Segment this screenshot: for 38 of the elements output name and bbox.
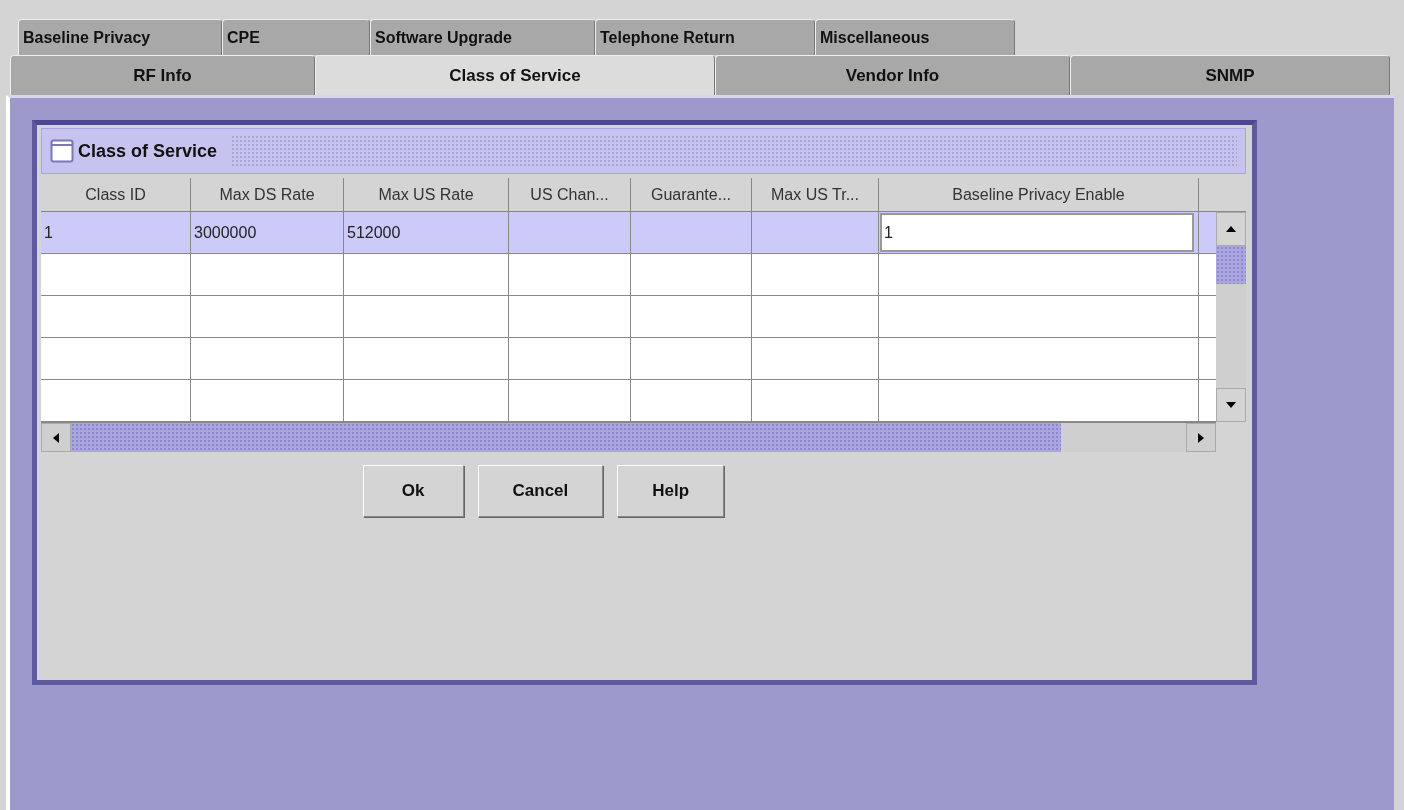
tab[interactable]: CPE [222, 19, 370, 55]
left-arrow-icon [53, 432, 59, 443]
column-header[interactable]: Guarante... [631, 178, 752, 212]
tab[interactable]: Class of Service [315, 55, 715, 95]
tab[interactable]: SNMP [1070, 55, 1390, 95]
scrollbar-thumb[interactable] [1216, 246, 1246, 284]
column-header[interactable]: Max DS Rate [191, 178, 344, 212]
table-row[interactable] [41, 254, 1216, 296]
column-header[interactable]: Max US Rate [344, 178, 509, 212]
down-arrow-icon [1226, 402, 1236, 408]
dialog-button[interactable]: Help [617, 465, 725, 517]
cell-editor-field[interactable]: 1 [880, 213, 1194, 252]
table-cell: 1 [41, 212, 191, 253]
table-row[interactable]: 1 3000000 512000 1 [41, 212, 1216, 254]
dialog-button[interactable]: Cancel [477, 465, 604, 517]
table-cell: 512000 [344, 212, 509, 253]
table-row[interactable] [41, 380, 1216, 422]
table-cell: 3000000 [191, 212, 344, 253]
horizontal-scrollbar[interactable] [41, 422, 1216, 452]
column-header[interactable]: Baseline Privacy Enable [879, 178, 1199, 212]
up-arrow-icon [1226, 226, 1236, 232]
tab[interactable]: Telephone Return [595, 19, 815, 55]
right-arrow-icon [1198, 432, 1204, 443]
scrollbar-thumb[interactable] [71, 423, 1061, 452]
tab[interactable]: RF Info [10, 55, 315, 95]
column-header[interactable]: Max US Tr... [752, 178, 879, 212]
tab[interactable]: Miscellaneous [815, 19, 1015, 55]
table-row[interactable] [41, 338, 1216, 380]
column-header[interactable]: US Chan... [509, 178, 631, 212]
frame-title: Class of Service [78, 140, 218, 162]
table-row[interactable] [41, 296, 1216, 338]
column-header[interactable]: Class ID [41, 178, 191, 212]
tab[interactable]: Software Upgrade [370, 19, 595, 55]
dialog-button[interactable]: Ok [362, 465, 464, 517]
vertical-scrollbar[interactable] [1216, 212, 1246, 422]
window-icon [50, 139, 74, 163]
tab[interactable]: Vendor Info [715, 55, 1070, 95]
tab[interactable]: Baseline Privacy [18, 19, 222, 55]
